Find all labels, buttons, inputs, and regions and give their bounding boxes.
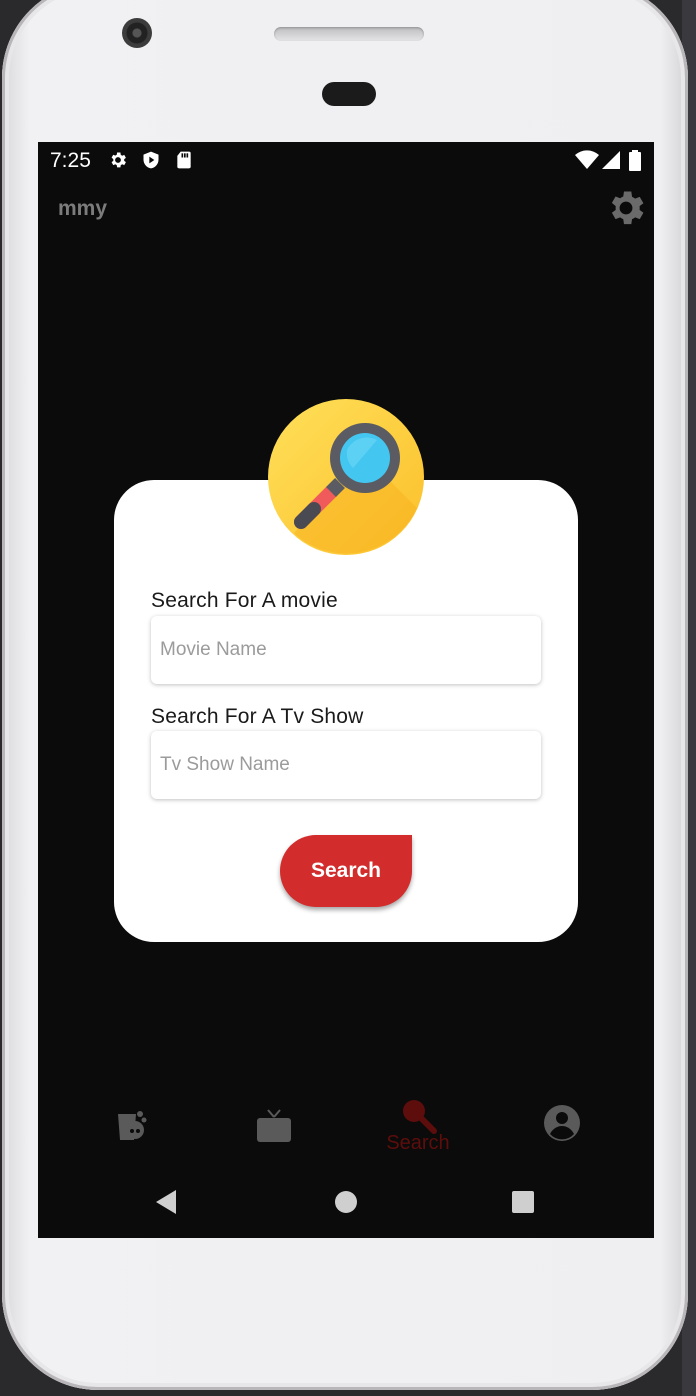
nav-label-search: Search	[386, 1132, 450, 1154]
settings-gear-icon[interactable]	[604, 186, 648, 230]
sd-card-icon	[177, 151, 191, 169]
signal-icon	[602, 151, 620, 169]
nav-item-account[interactable]	[512, 1102, 612, 1162]
search-button[interactable]: Search	[280, 835, 412, 907]
proximity-sensor	[322, 82, 376, 106]
tv-show-name-input[interactable]	[151, 731, 541, 799]
tv-search-label: Search For A Tv Show	[151, 705, 364, 728]
back-icon[interactable]	[154, 1188, 178, 1216]
nav-item-search[interactable]: Search	[368, 1100, 468, 1162]
home-icon[interactable]	[334, 1190, 358, 1214]
nav-item-movies[interactable]	[80, 1102, 180, 1162]
popcorn-icon	[118, 1111, 147, 1140]
front-camera	[122, 18, 152, 48]
bottom-nav: Search	[38, 1092, 654, 1172]
status-bar: 7:25	[38, 142, 654, 180]
search-icon	[403, 1100, 437, 1134]
battery-icon	[629, 150, 641, 171]
movie-name-input[interactable]	[151, 616, 541, 684]
wifi-icon	[575, 150, 599, 169]
status-time: 7:25	[50, 149, 91, 172]
tv-icon	[257, 1109, 291, 1142]
account-icon	[544, 1105, 580, 1141]
recents-icon[interactable]	[511, 1190, 535, 1214]
movie-search-label: Search For A movie	[151, 589, 338, 612]
system-nav-bar	[38, 1172, 654, 1238]
nav-item-tv[interactable]	[224, 1102, 324, 1162]
app-title: mmy	[58, 197, 108, 220]
gear-icon	[111, 152, 126, 168]
earpiece-speaker	[274, 27, 424, 41]
magnifier-icon	[268, 399, 424, 555]
play-protect-icon	[143, 151, 159, 169]
phone-screen: 7:25 mmy Search For A movie Movie Name S…	[38, 142, 654, 1238]
